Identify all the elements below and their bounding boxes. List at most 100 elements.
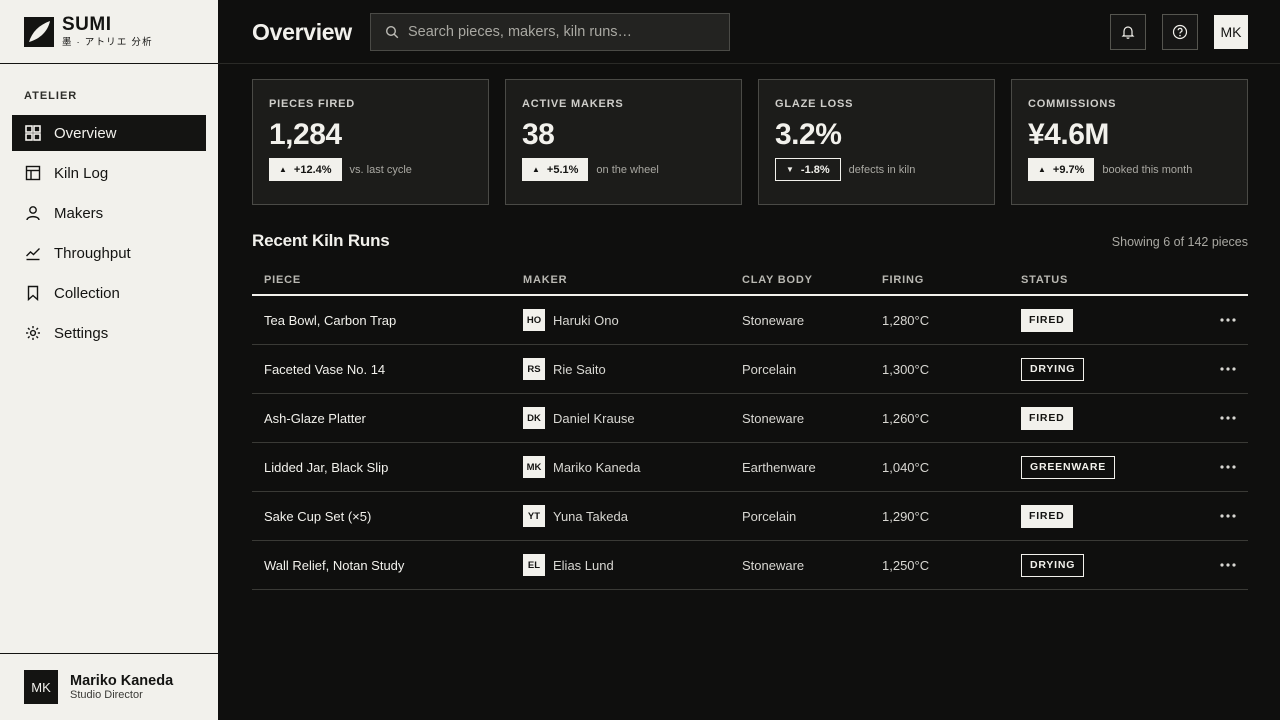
kpi-value: 3.2% (775, 118, 842, 151)
maker-avatar: RS (523, 358, 545, 380)
more-actions-button[interactable] (1216, 345, 1240, 393)
sidebar-item-label: Makers (54, 204, 104, 222)
firing-temp: 1,260°C (882, 410, 930, 426)
maker-avatar: HO (523, 309, 545, 331)
table-header: PIECE MAKER CLAY BODY FIRING STATUS (252, 266, 1248, 296)
ellipsis-icon (1220, 416, 1236, 420)
ellipsis-icon (1220, 465, 1236, 469)
more-actions-button[interactable] (1216, 492, 1240, 540)
column-header-piece[interactable]: PIECE (264, 274, 301, 286)
current-user[interactable]: MK Mariko Kaneda Studio Director (0, 653, 218, 720)
clay-body: Porcelain (742, 361, 797, 377)
kpi-note: vs. last cycle (349, 163, 412, 176)
kpi-value: 1,284 (269, 118, 342, 151)
maker-name: Mariko Kaneda (553, 459, 641, 475)
status-badge: FIRED (1021, 308, 1073, 332)
page-title: Overview (252, 19, 352, 45)
kpi-delta: +5.1% (546, 163, 579, 176)
maker-cell: MK Mariko Kaneda (523, 443, 640, 491)
bookmark-icon (25, 285, 41, 301)
maker-name: Haruki Ono (553, 312, 619, 328)
gear-icon (25, 325, 41, 341)
sidebar-item-settings[interactable]: Settings (12, 315, 206, 351)
kpi-note: booked this month (1102, 163, 1193, 176)
nav-section-label: ATELIER (24, 90, 78, 102)
maker-cell: YT Yuna Takeda (523, 492, 628, 540)
arrow-up-icon: ▲ (532, 165, 540, 174)
status-cell: FIRED (1021, 492, 1073, 540)
header-divider (218, 63, 1280, 64)
more-actions-button[interactable] (1216, 394, 1240, 442)
sidebar-item-collection[interactable]: Collection (12, 275, 206, 311)
maker-cell: HO Haruki Ono (523, 296, 619, 344)
table-count: Showing 6 of 142 pieces (1111, 235, 1248, 249)
table-row[interactable]: Wall Relief, Notan Study EL Elias Lund S… (252, 541, 1248, 590)
bell-icon (1121, 26, 1135, 39)
status-badge: FIRED (1021, 406, 1073, 430)
sidebar-item-label: Collection (54, 284, 120, 302)
table-row[interactable]: Faceted Vase No. 14 RS Rie Saito Porcela… (252, 345, 1248, 394)
kpi-delta-badge: ▼ -1.8% (775, 158, 841, 181)
maker-name: Yuna Takeda (553, 508, 628, 524)
firing-temp: 1,300°C (882, 361, 930, 377)
table-title: Recent Kiln Runs (252, 231, 390, 250)
sidebar-item-label: Settings (54, 324, 109, 342)
kpi-card-pieces-fired: PIECES FIRED 1,284 ▲ +12.4% vs. last cycl… (252, 79, 489, 205)
firing-temp: 1,040°C (882, 459, 930, 475)
more-actions-button[interactable] (1216, 443, 1240, 491)
notifications-button[interactable] (1110, 14, 1146, 50)
sidebar-item-kiln-log[interactable]: Kiln Log (12, 155, 206, 191)
kpi-card-commissions: COMMISSIONS ¥4.6M ▲ +9.7% booked this mon… (1011, 79, 1248, 205)
table-row[interactable]: Ash-Glaze Platter DK Daniel Krause Stone… (252, 394, 1248, 443)
ellipsis-icon (1220, 318, 1236, 322)
piece-name: Faceted Vase No. 14 (264, 361, 386, 377)
kpi-label: COMMISSIONS (1028, 98, 1117, 110)
maker-cell: DK Daniel Krause (523, 394, 635, 442)
brand-name: SUMI (62, 14, 112, 35)
sidebar-item-label: Throughput (54, 244, 131, 262)
firing-temp: 1,280°C (882, 312, 930, 328)
user-icon (25, 205, 41, 221)
arrow-up-icon: ▲ (279, 165, 287, 174)
more-actions-button[interactable] (1216, 296, 1240, 344)
table-row[interactable]: Sake Cup Set (×5) YT Yuna Takeda Porcela… (252, 492, 1248, 541)
maker-avatar: YT (523, 505, 545, 527)
header-avatar[interactable]: MK (1214, 15, 1248, 49)
sidebar-item-overview[interactable]: Overview (12, 115, 206, 151)
kpi-label: GLAZE LOSS (775, 98, 854, 110)
ellipsis-icon (1220, 563, 1236, 567)
kpi-note: on the wheel (596, 163, 659, 176)
column-header-firing[interactable]: FIRING (882, 274, 924, 286)
sidebar-item-throughput[interactable]: Throughput (12, 235, 206, 271)
search-box[interactable] (370, 13, 730, 51)
clay-body: Stoneware (742, 312, 805, 328)
table-row[interactable]: Tea Bowl, Carbon Trap HO Haruki Ono Ston… (252, 296, 1248, 345)
piece-name: Wall Relief, Notan Study (264, 557, 405, 573)
more-actions-button[interactable] (1216, 541, 1240, 589)
help-button[interactable] (1162, 14, 1198, 50)
brand-subtitle: 墨 · アトリエ 分析 (62, 37, 153, 48)
search-input[interactable] (408, 24, 708, 40)
user-role: Studio Director (70, 688, 143, 701)
arrow-down-icon: ▼ (786, 165, 794, 174)
sidebar-item-label: Overview (54, 124, 117, 142)
kpi-card-glaze-loss: GLAZE LOSS 3.2% ▼ -1.8% defects in kiln (758, 79, 995, 205)
kiln-runs-table: PIECE MAKER CLAY BODY FIRING STATUS Tea … (252, 266, 1248, 590)
column-header-clay-body[interactable]: CLAY BODY (742, 274, 813, 286)
status-badge: FIRED (1021, 504, 1073, 528)
column-header-status[interactable]: STATUS (1021, 274, 1068, 286)
brand[interactable]: SUMI 墨 · アトリエ 分析 (0, 0, 218, 64)
clay-body: Stoneware (742, 557, 805, 573)
kpi-delta: -1.8% (800, 163, 830, 176)
sidebar-item-label: Kiln Log (54, 164, 109, 182)
maker-name: Daniel Krause (553, 410, 635, 426)
layout-icon (25, 165, 41, 181)
status-cell: GREENWARE (1021, 443, 1116, 491)
kpi-value: ¥4.6M (1028, 118, 1109, 151)
piece-name: Sake Cup Set (×5) (264, 508, 372, 524)
firing-temp: 1,250°C (882, 557, 930, 573)
table-row[interactable]: Lidded Jar, Black Slip MK Mariko Kaneda … (252, 443, 1248, 492)
sidebar-item-makers[interactable]: Makers (12, 195, 206, 231)
column-header-maker[interactable]: MAKER (523, 274, 567, 286)
piece-name: Tea Bowl, Carbon Trap (264, 312, 397, 328)
